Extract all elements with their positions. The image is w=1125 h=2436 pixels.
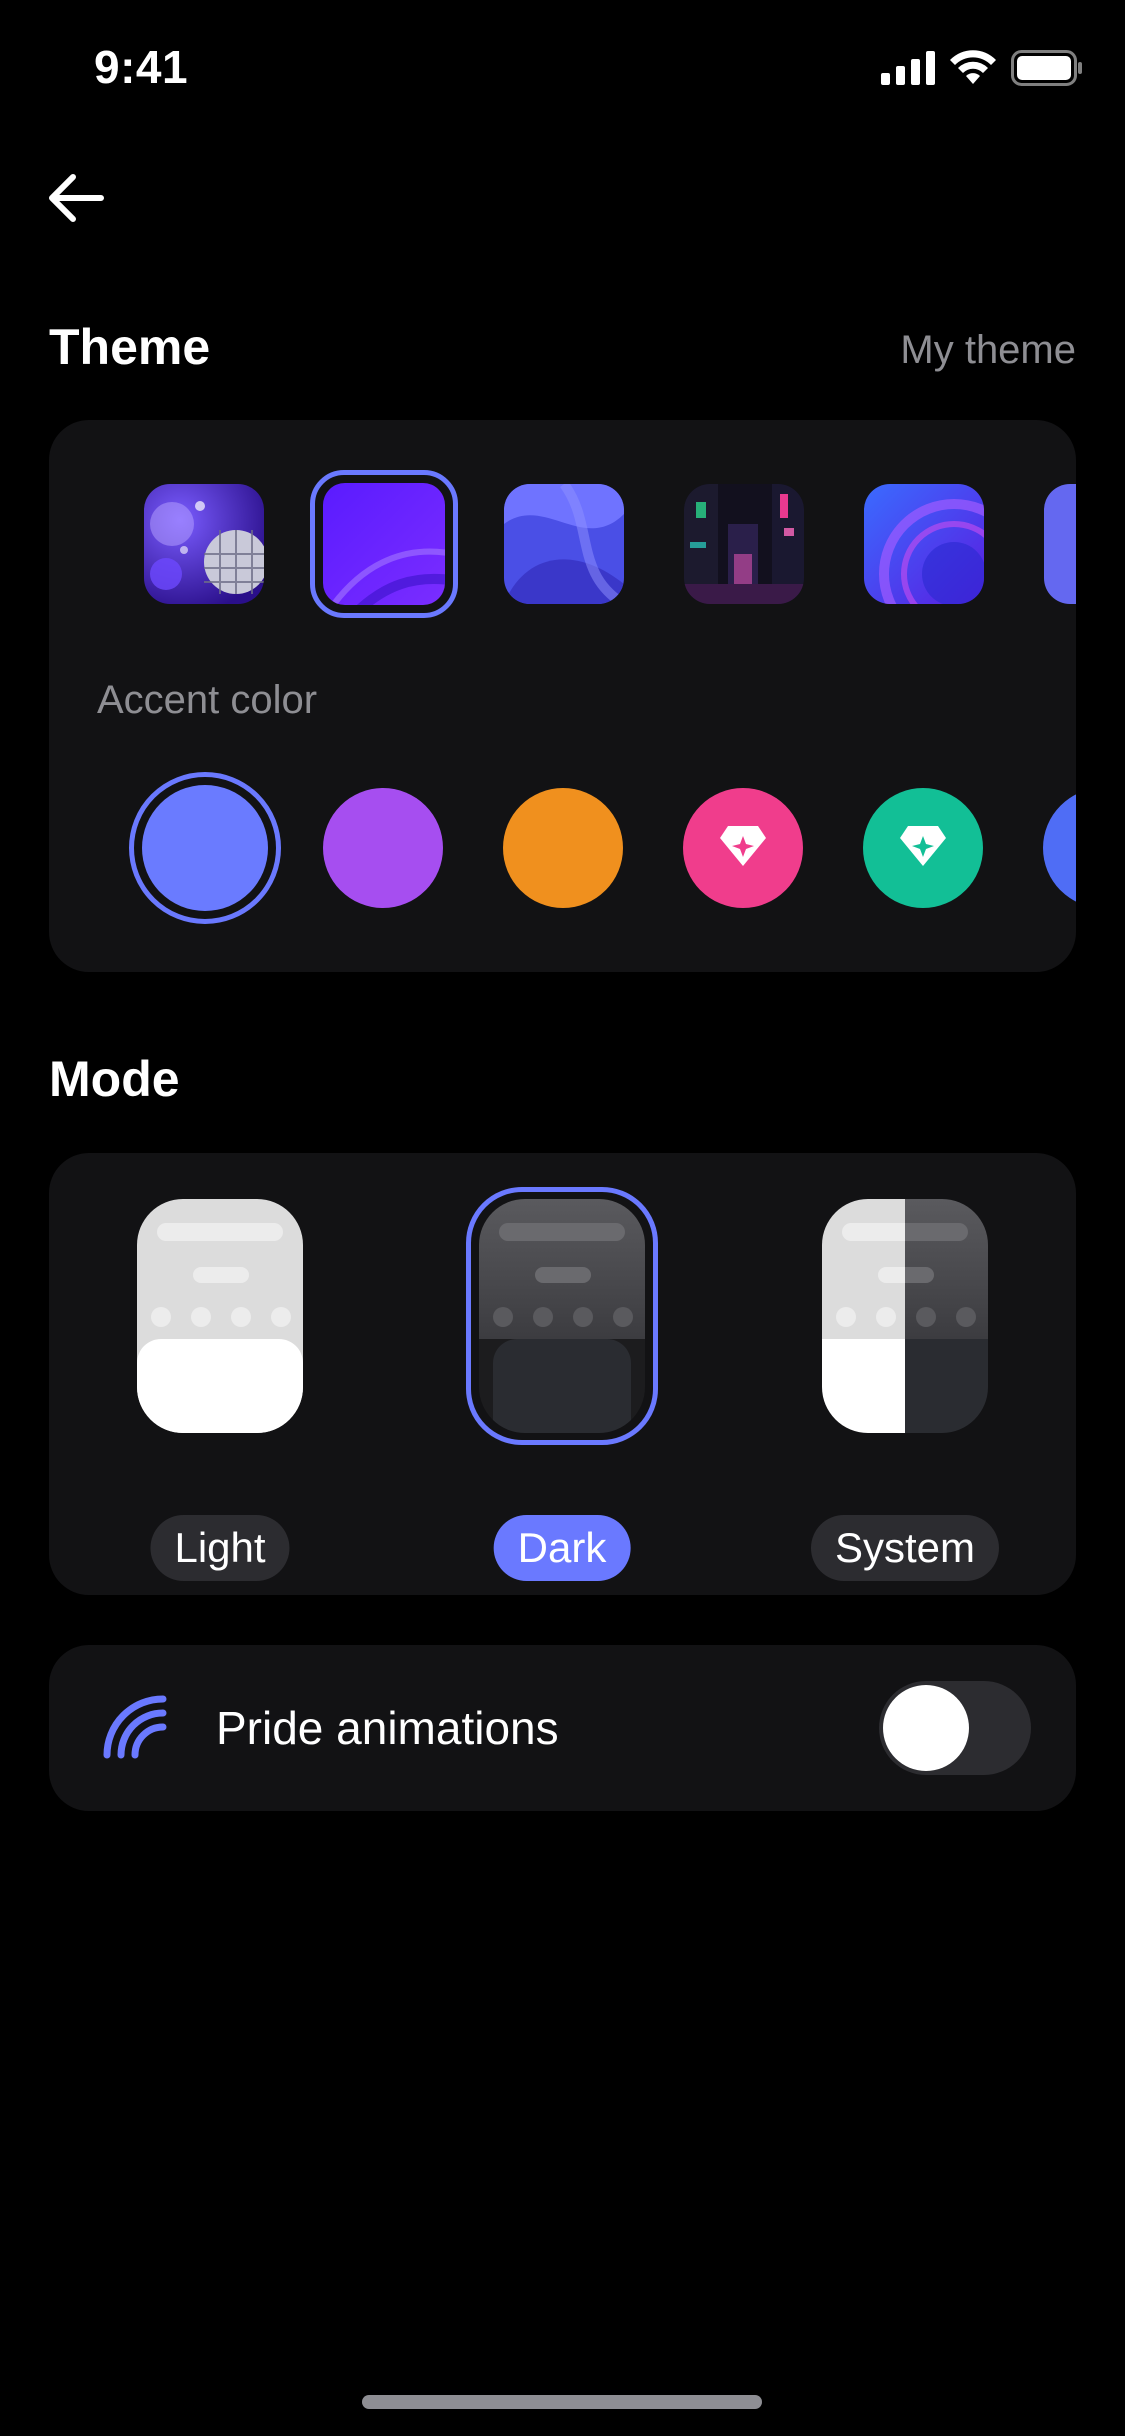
pride-animations-label: Pride animations <box>216 1702 559 1754</box>
cellular-signal-icon <box>881 51 935 85</box>
mode-label-system: System <box>810 1515 1000 1581</box>
battery-icon <box>1011 50 1083 86</box>
theme-card: Accent color <box>49 420 1076 972</box>
accent-color-label: Accent color <box>97 678 318 722</box>
wallpaper-periwinkle[interactable] <box>1044 484 1076 604</box>
blue-waves-icon <box>504 484 624 604</box>
violet-gradient-icon <box>323 483 445 605</box>
mode-label-light: Light <box>150 1515 290 1581</box>
mode-card: Light Dark System <box>49 1153 1076 1595</box>
toggle-knob <box>883 1685 969 1771</box>
back-button[interactable] <box>44 168 108 232</box>
wallpaper-violet-gradient[interactable] <box>310 470 458 618</box>
status-icons <box>881 50 1083 86</box>
periwinkle-swatch-icon <box>1044 484 1076 604</box>
arrow-left-icon <box>47 173 105 228</box>
accent-swatch-purple[interactable] <box>323 788 443 908</box>
wallpaper-row[interactable] <box>49 470 1076 620</box>
blue-sphere-icon <box>864 484 984 604</box>
status-time: 9:41 <box>94 41 189 93</box>
premium-gem-icon <box>898 824 948 873</box>
accent-color-row[interactable] <box>49 772 1076 924</box>
pride-animations-row[interactable]: Pride animations <box>49 1645 1076 1811</box>
home-indicator <box>362 2395 762 2409</box>
theme-section-title: Theme <box>49 319 211 375</box>
rainbow-icon <box>101 1693 167 1759</box>
wallpaper-blue-sphere[interactable] <box>864 484 984 604</box>
accent-swatch-blue[interactable] <box>129 772 281 924</box>
mode-option-light[interactable]: Light <box>90 1187 350 1581</box>
wallpaper-disco-ball[interactable] <box>144 484 264 604</box>
wallpaper-neon-city[interactable] <box>684 484 804 604</box>
pride-animations-toggle[interactable] <box>879 1681 1031 1775</box>
system-mode-preview <box>822 1199 988 1433</box>
premium-gem-icon <box>718 824 768 873</box>
mode-label-dark: Dark <box>493 1515 631 1581</box>
mode-option-dark[interactable]: Dark <box>432 1187 692 1581</box>
accent-swatch-orange[interactable] <box>503 788 623 908</box>
mode-option-system[interactable]: System <box>775 1187 1035 1581</box>
wifi-icon <box>949 50 997 86</box>
status-bar: 9:41 <box>0 0 1125 140</box>
dark-mode-preview <box>479 1199 645 1433</box>
neon-city-icon <box>684 484 804 604</box>
light-mode-preview <box>137 1199 303 1433</box>
mode-section-title: Mode <box>49 1051 180 1107</box>
accent-swatch-pink[interactable] <box>683 788 803 908</box>
wallpaper-blue-waves[interactable] <box>504 484 624 604</box>
accent-swatch-fill <box>142 785 268 911</box>
accent-swatch-blue-2[interactable] <box>1043 788 1076 908</box>
disco-ball-icon <box>144 484 264 604</box>
my-theme-link[interactable]: My theme <box>900 328 1076 373</box>
accent-swatch-green[interactable] <box>863 788 983 908</box>
